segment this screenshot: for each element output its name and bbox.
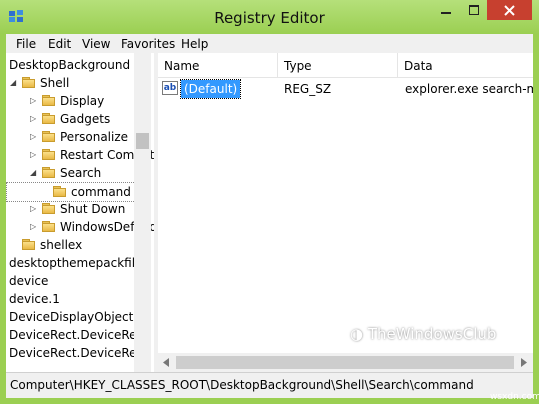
folder-icon <box>42 113 55 125</box>
tree-item-label: Search <box>60 166 102 180</box>
folder-icon <box>22 239 35 251</box>
column-header-data[interactable]: Data <box>398 53 533 77</box>
menu-help[interactable]: Help <box>181 37 208 51</box>
tree-item[interactable]: desktopthemepackfile <box>6 254 142 272</box>
maximize-icon <box>468 5 479 15</box>
expand-icon[interactable]: ▷ <box>30 200 36 218</box>
folder-icon <box>53 186 66 198</box>
list-header: Name Type Data <box>158 53 533 78</box>
folder-icon <box>42 95 55 107</box>
tree-item-label: Personalize <box>60 130 129 144</box>
folder-icon <box>42 221 55 233</box>
tree-item[interactable]: DeviceDisplayObject <box>6 308 134 326</box>
tree-item-label: device.1 <box>9 292 60 306</box>
expand-icon[interactable]: ▷ <box>30 110 36 128</box>
scroll-left-icon[interactable] <box>162 358 170 367</box>
close-icon <box>504 4 515 16</box>
value-type: REG_SZ <box>284 82 332 96</box>
tree-scroll-thumb[interactable] <box>136 133 149 149</box>
menu-edit[interactable]: Edit <box>48 37 71 51</box>
tree-item-label: Gadgets <box>60 112 111 126</box>
tree-item[interactable]: ▷ Display <box>6 92 134 110</box>
tree-item[interactable]: ◢ Shell <box>6 74 134 92</box>
menu-favorites[interactable]: Favorites <box>121 37 175 51</box>
tree-item-label: Shut Down <box>60 202 126 216</box>
expand-icon[interactable]: ▷ <box>30 218 36 236</box>
key-tree[interactable]: DesktopBackground ◢ Shell ▷ Display ▷ Gadgets ▷… <box>6 53 154 372</box>
minimize-icon <box>441 12 451 14</box>
tree-item-label: DeviceDisplayObject <box>9 310 134 324</box>
menu-view[interactable]: View <box>82 37 110 51</box>
collapse-icon[interactable]: ◢ <box>30 164 36 182</box>
menu-file[interactable]: File <box>16 37 36 51</box>
folder-icon <box>22 77 35 89</box>
tree-item-label: desktopthemepackfile <box>9 256 143 270</box>
scroll-right-icon[interactable] <box>520 358 528 367</box>
tree-item-label: shellex <box>40 238 83 252</box>
list-horizontal-scrollbar[interactable] <box>158 353 533 372</box>
minimize-button[interactable] <box>432 0 460 20</box>
string-value-icon: ab <box>162 81 178 95</box>
tree-item[interactable]: device <box>6 272 134 290</box>
tree-vertical-scrollbar[interactable] <box>134 53 151 372</box>
tree-item-label: DeviceRect.DeviceRect <box>9 328 148 342</box>
tree-item[interactable]: DesktopBackground <box>6 56 134 74</box>
watermark: ◑ TheWindowsClub <box>350 325 496 343</box>
tree-item[interactable]: ▷ Personalize <box>6 128 134 146</box>
tree-item-label: Shell <box>40 76 70 90</box>
column-header-name[interactable]: Name <box>158 53 278 77</box>
tree-item[interactable]: ▷ Restart Compute <box>6 146 154 164</box>
tree-item[interactable]: shellex <box>6 236 134 254</box>
tree-item[interactable]: device.1 <box>6 290 134 308</box>
menu-bar: File Edit View Favorites Help <box>6 34 533 53</box>
watermark-logo-icon: ◑ <box>350 325 368 343</box>
folder-icon <box>42 149 55 161</box>
tree-item[interactable]: ▷ Gadgets <box>6 110 134 128</box>
status-bar: Computer\HKEY_CLASSES_ROOT\DesktopBackgr… <box>6 372 533 398</box>
value-row[interactable]: ab (Default) REG_SZ explorer.exe search-… <box>158 79 533 99</box>
maximize-button[interactable] <box>460 0 487 20</box>
close-button[interactable] <box>487 0 532 20</box>
collapse-icon[interactable]: ◢ <box>10 74 16 92</box>
tree-item[interactable]: DeviceRect.DeviceRect <box>6 344 148 362</box>
registry-editor-window: Registry Editor File Edit View Favorites… <box>0 0 539 404</box>
folder-icon <box>42 131 55 143</box>
value-name[interactable]: (Default) <box>179 79 242 99</box>
tree-item-label: DeviceRect.DeviceRect <box>9 346 148 360</box>
value-data: explorer.exe search-ms: <box>405 82 533 96</box>
tree-item-label: device <box>9 274 49 288</box>
tree-item[interactable]: ▷ WindowsDefend <box>6 218 154 236</box>
tree-item-label: command <box>71 185 131 199</box>
expand-icon[interactable]: ▷ <box>30 146 36 164</box>
tree-item-label: Display <box>60 94 105 108</box>
expand-icon[interactable]: ▷ <box>30 128 36 146</box>
corner-watermark: wsxdn.com <box>490 392 539 402</box>
tree-item[interactable]: DeviceRect.DeviceRect <box>6 326 148 344</box>
tree-item[interactable]: ▷ Shut Down <box>6 200 134 218</box>
tree-item-label: DesktopBackground <box>9 58 131 72</box>
watermark-text: TheWindowsClub <box>367 325 497 343</box>
expand-icon[interactable]: ▷ <box>30 92 36 110</box>
title-bar[interactable]: Registry Editor <box>0 0 539 34</box>
tree-item[interactable]: ◢ Search <box>6 164 134 182</box>
folder-icon <box>42 203 55 215</box>
list-hscroll-thumb[interactable] <box>176 356 514 369</box>
status-path: Computer\HKEY_CLASSES_ROOT\DesktopBackgr… <box>10 378 474 392</box>
tree-item[interactable]: command <box>6 182 136 202</box>
column-header-type[interactable]: Type <box>278 53 398 77</box>
folder-icon <box>42 167 55 179</box>
